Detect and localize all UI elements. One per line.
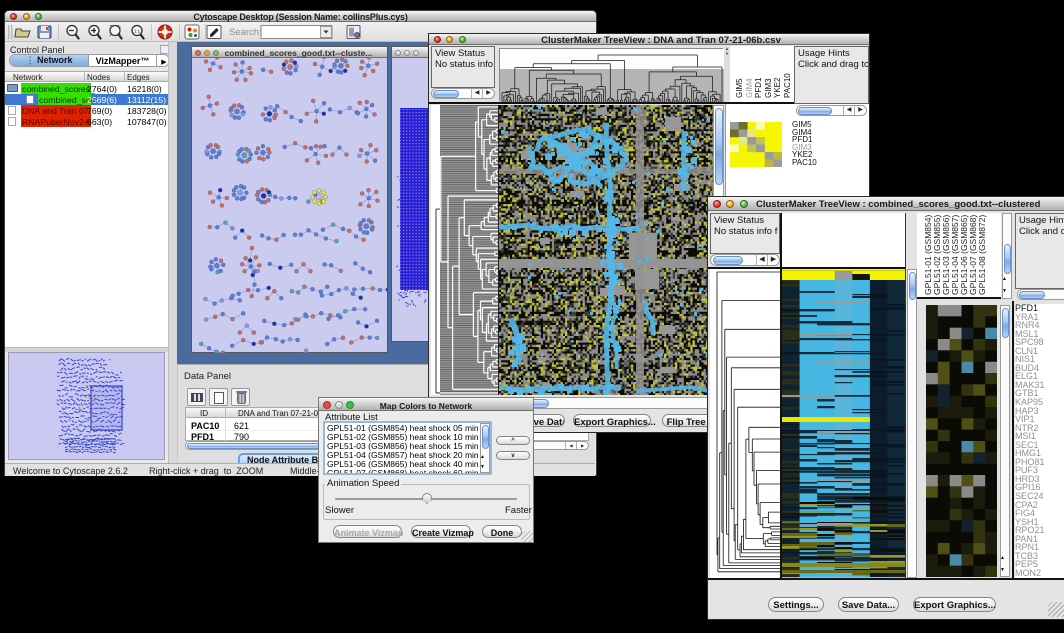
- svg-text:1:1: 1:1: [134, 29, 141, 34]
- svg-text:Search:: Search:: [229, 27, 262, 38]
